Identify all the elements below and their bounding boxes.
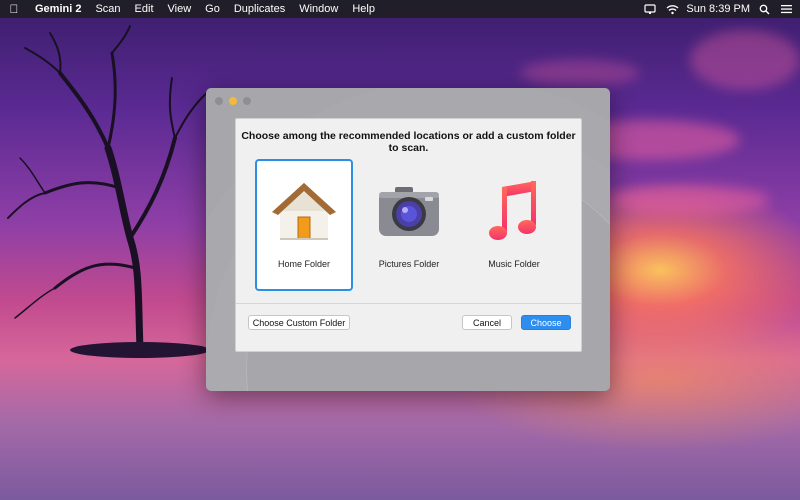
apple-logo-icon[interactable]:  (0, 2, 28, 16)
folder-chooser-dialog: Choose among the recommended locations o… (235, 118, 582, 352)
choose-button[interactable]: Choose (521, 315, 571, 330)
minimize-window-button[interactable] (229, 97, 237, 105)
location-home-folder[interactable]: Home Folder (255, 159, 353, 291)
cloud-decoration (610, 185, 770, 215)
location-label: Home Folder (277, 259, 331, 269)
cloud-decoration (690, 30, 800, 90)
menu-scan[interactable]: Scan (88, 3, 127, 15)
home-folder-icon (272, 183, 336, 240)
menu-extras: Sun 8:39 PM (642, 1, 800, 17)
clock-label[interactable]: Sun 8:39 PM (686, 3, 750, 15)
camera-icon (379, 187, 439, 236)
menu-window[interactable]: Window (292, 3, 345, 15)
choose-custom-folder-button[interactable]: Choose Custom Folder (248, 315, 350, 330)
menu-app-name[interactable]: Gemini 2 (28, 3, 88, 15)
cancel-button[interactable]: Cancel (462, 315, 512, 330)
menu-help[interactable]: Help (345, 3, 382, 15)
location-label: Pictures Folder (378, 259, 440, 269)
window-controls (215, 97, 251, 105)
music-note-icon (489, 181, 536, 240)
close-window-button[interactable] (215, 97, 223, 105)
menu-view[interactable]: View (161, 3, 199, 15)
menu-edit[interactable]: Edit (128, 3, 161, 15)
wifi-icon[interactable] (664, 1, 680, 17)
menu-go[interactable]: Go (198, 3, 227, 15)
location-pictures-folder[interactable]: Pictures Folder (360, 159, 458, 291)
list-icon[interactable] (778, 1, 794, 17)
divider (236, 303, 581, 304)
zoom-window-button[interactable] (243, 97, 251, 105)
tree-silhouette (7, 25, 211, 358)
dialog-title: Choose among the recommended locations o… (241, 130, 576, 154)
search-icon[interactable] (756, 1, 772, 17)
menu-duplicates[interactable]: Duplicates (227, 3, 292, 15)
app-window: Choose among the recommended locations o… (206, 88, 610, 391)
display-icon[interactable] (642, 1, 658, 17)
cloud-decoration (520, 60, 640, 86)
location-label: Music Folder (488, 259, 540, 269)
menu-bar:  Gemini 2 Scan Edit View Go Duplicates … (0, 0, 800, 18)
location-music-folder[interactable]: Music Folder (465, 159, 563, 291)
